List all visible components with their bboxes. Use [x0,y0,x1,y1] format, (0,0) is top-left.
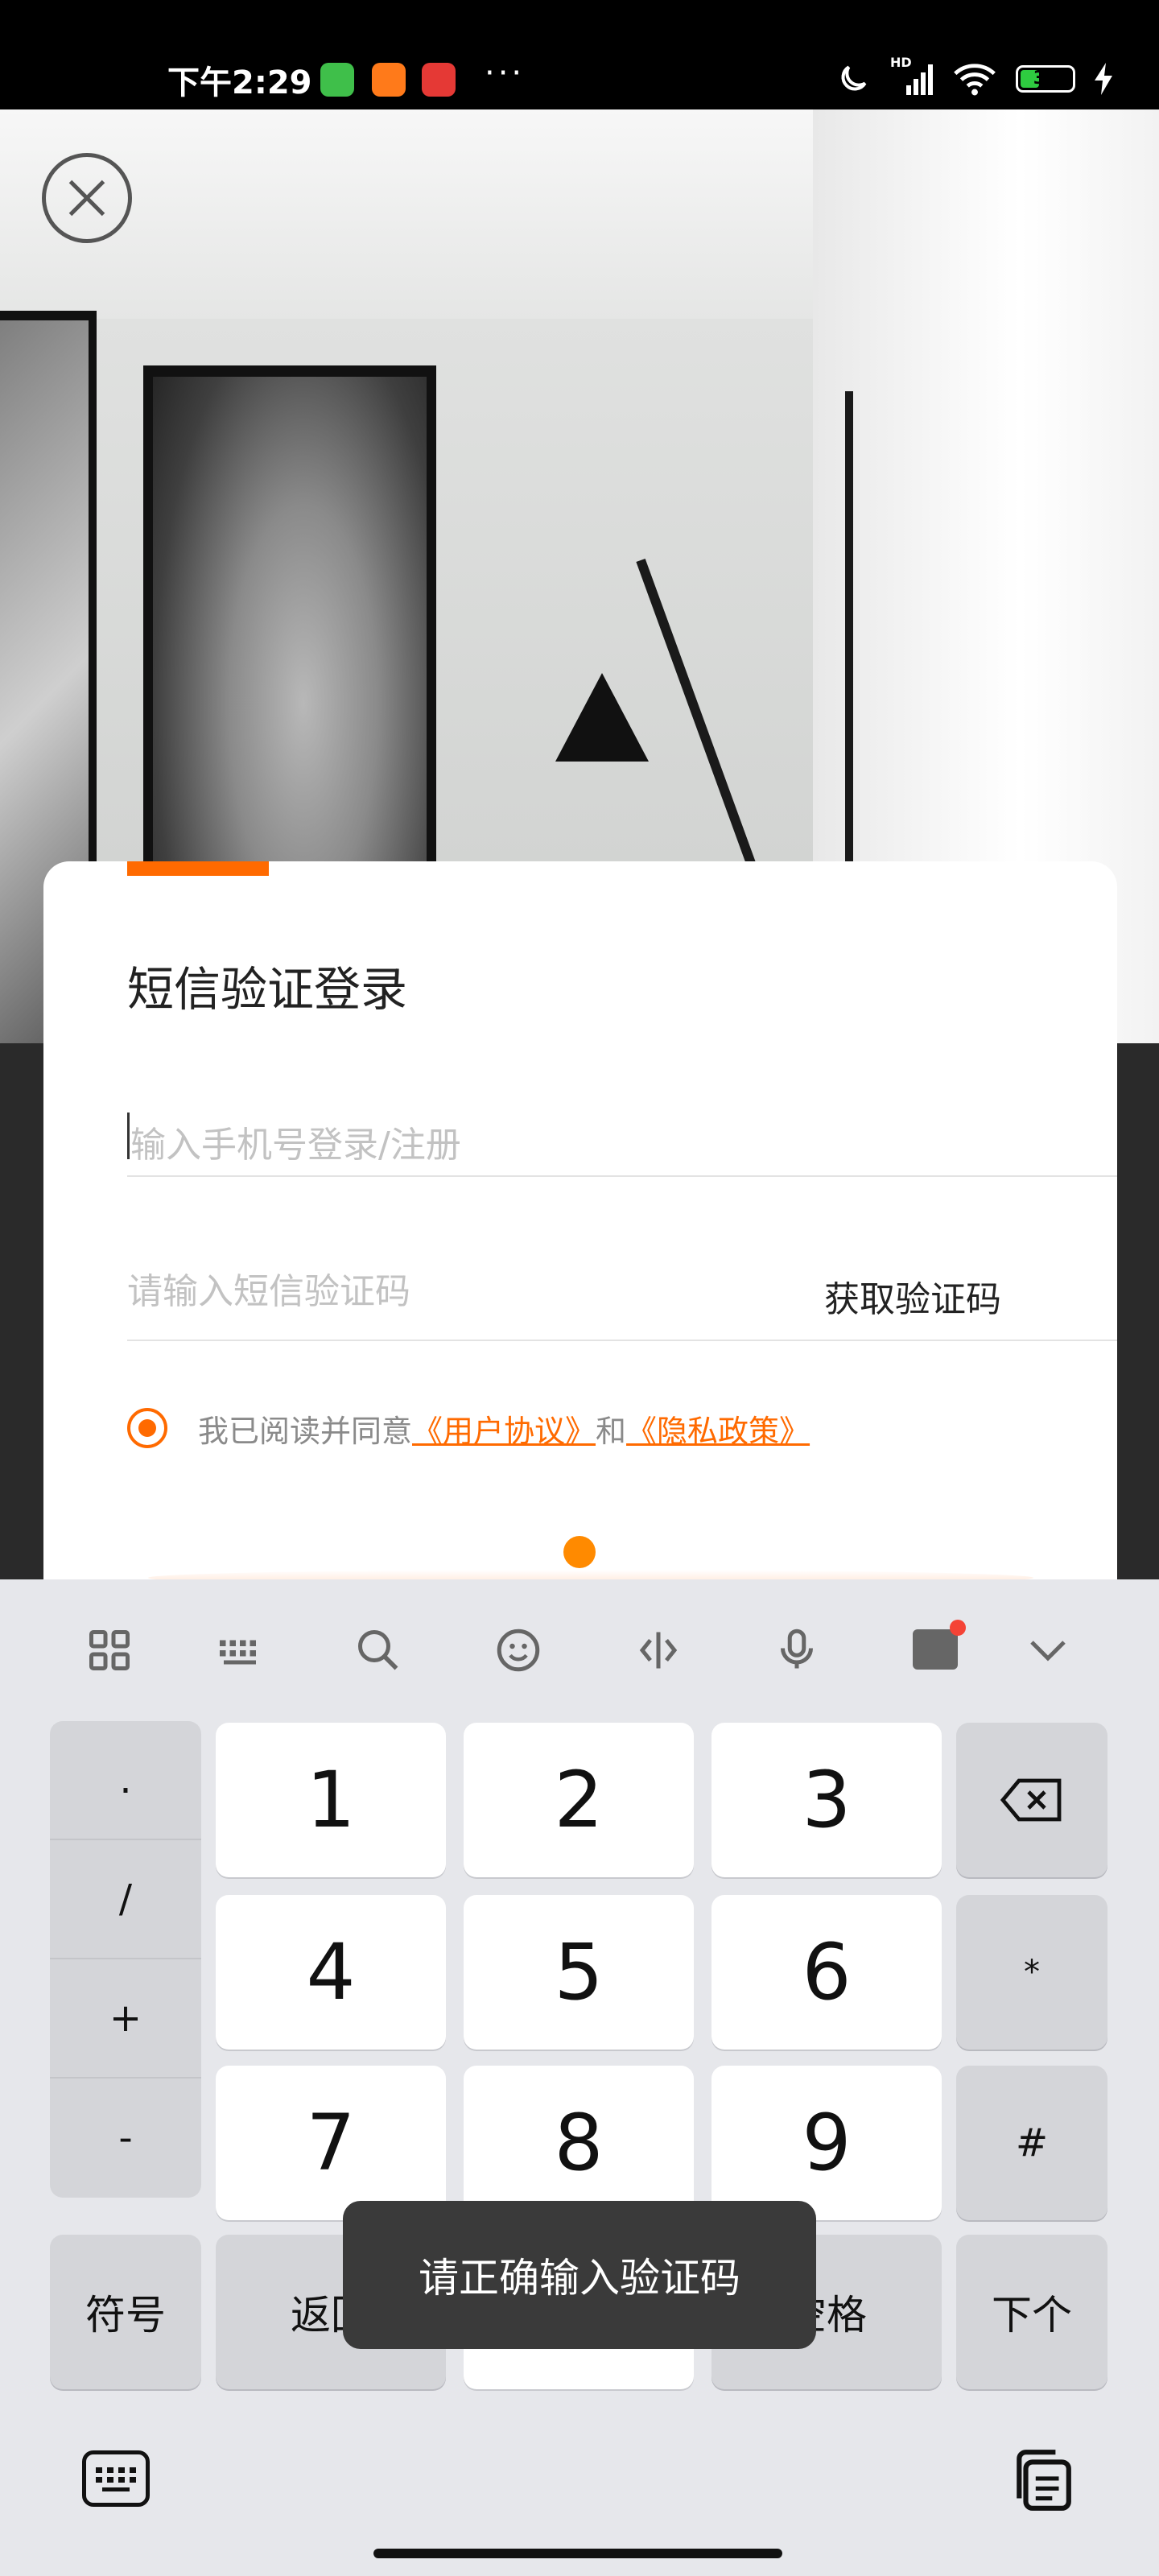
page-title: 短信验证登录 [127,962,408,1017]
key-4[interactable]: 4 [216,1895,446,2050]
agree-radio[interactable] [127,1408,167,1448]
symbol-column: . / + - [50,1721,201,2198]
backspace-icon [1000,1778,1062,1822]
microphone-icon[interactable] [773,1626,821,1674]
key-dot[interactable]: . [50,1721,201,1840]
wifi-icon [954,64,996,96]
key-3[interactable]: 3 [711,1723,942,1877]
key-5[interactable]: 5 [464,1895,694,2050]
key-hash[interactable]: # [956,2066,1107,2220]
chevron-down-icon[interactable] [1024,1626,1072,1674]
key-plus[interactable]: + [50,1959,201,2079]
signal-icon: HD [890,55,934,97]
close-icon[interactable] [42,153,132,243]
phone-placeholder: 输入手机号登录/注册 [130,1125,461,1166]
get-code-button[interactable]: 获取验证码 [824,1270,1001,1322]
moon-icon [841,65,867,91]
emoji-icon[interactable] [494,1626,542,1674]
key-6[interactable]: 6 [711,1895,942,2050]
network-badge: HD [890,55,912,70]
key-2[interactable]: 2 [464,1723,694,1877]
key-minus[interactable]: - [50,2079,201,2198]
battery-level: 32 [1033,68,1058,89]
key-8[interactable]: 8 [464,2066,694,2220]
search-icon[interactable] [354,1626,402,1674]
more-notifications-icon: ··· [485,55,526,92]
toast-message: 请正确输入验证码 [343,2201,816,2349]
agreement-row: 我已阅读并同意 《用户协议》 和 《隐私政策》 [127,1402,810,1454]
charging-icon [1095,63,1112,95]
status-time: 下午2:29 [167,64,312,101]
tab-indicator [127,861,269,876]
app-notification-icon-red [422,63,456,97]
agree-and-text: 和 [596,1413,627,1449]
agree-text: 我已阅读并同意 [198,1413,413,1449]
keyboard-layout-icon[interactable] [216,1626,264,1674]
cursor-icon[interactable] [634,1626,683,1674]
symbol-key[interactable]: 符号 [50,2235,201,2389]
home-indicator[interactable] [373,2549,782,2558]
clipboard-scissor-icon[interactable] [913,1620,966,1670]
key-star[interactable]: * [956,1895,1107,2050]
text-caret [127,1113,130,1159]
battery-icon: 32 [1016,65,1075,93]
key-slash[interactable]: / [50,1840,201,1959]
next-key[interactable]: 下个 [956,2235,1107,2389]
user-agreement-link[interactable]: 《用户协议》 [412,1406,596,1451]
keyboard-switch-icon[interactable] [82,2450,150,2507]
app-notification-icon-green [320,63,354,97]
backspace-key[interactable] [956,1723,1107,1877]
key-7[interactable]: 7 [216,2066,446,2220]
status-bar: 下午2:29 ··· HD 32 [0,0,1159,109]
key-9[interactable]: 9 [711,2066,942,2220]
code-placeholder: 请输入短信验证码 [127,1271,410,1312]
login-card: 短信验证登录 输入手机号登录/注册 请输入短信验证码 获取验证码 我已阅读并同意… [43,861,1117,1586]
grid-icon[interactable] [85,1626,134,1674]
app-notification-icon-orange [372,63,406,97]
loading-dot [563,1536,596,1568]
keyboard-toolbar [0,1579,1159,1718]
clipboard-icon[interactable] [1009,2447,1075,2513]
phone-input[interactable]: 输入手机号登录/注册 [127,1098,1117,1177]
key-1[interactable]: 1 [216,1723,446,1877]
privacy-policy-link[interactable]: 《隐私政策》 [626,1406,810,1451]
